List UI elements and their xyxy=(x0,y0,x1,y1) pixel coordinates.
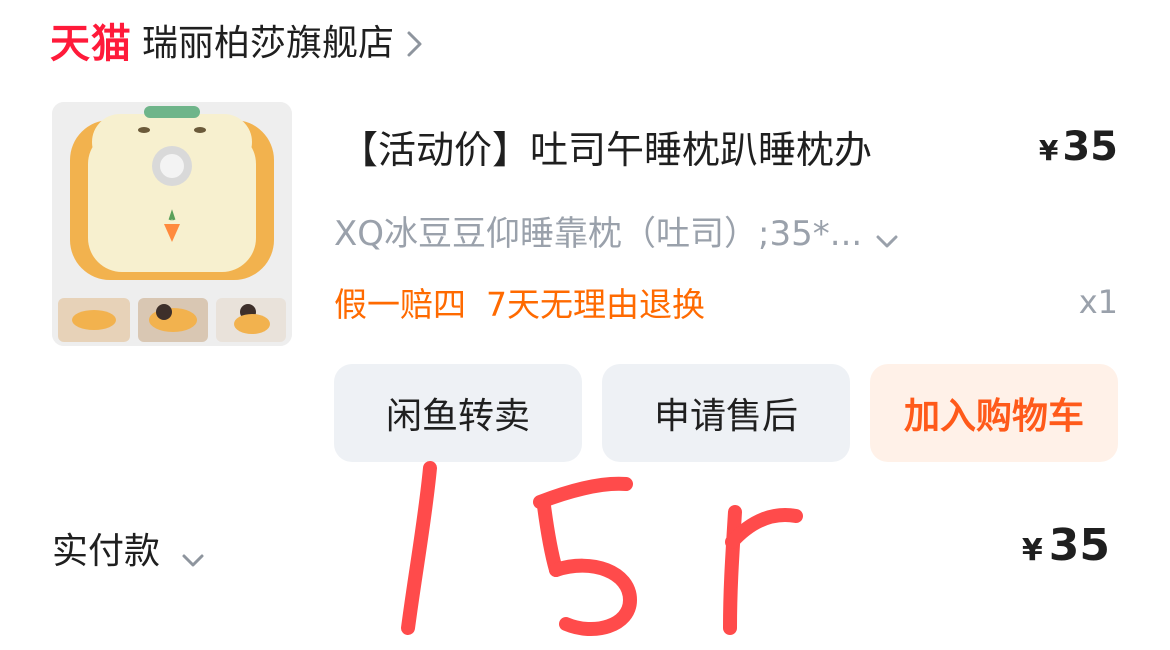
chevron-down-icon[interactable] xyxy=(178,538,208,567)
tmall-logo: 天猫 xyxy=(50,21,132,67)
price-symbol: ¥ xyxy=(1038,134,1059,167)
badge-fake-compensation: 假一赔四 xyxy=(334,285,466,324)
chevron-down-icon[interactable] xyxy=(872,220,902,248)
paid-price-value: 35 xyxy=(1048,520,1110,571)
xianyu-resell-button[interactable]: 闲鱼转卖 xyxy=(334,364,582,462)
price-value: 35 xyxy=(1062,124,1118,170)
paid-price-symbol: ¥ xyxy=(1021,533,1043,568)
sku-spec-text: XQ冰豆豆仰睡靠枕（吐司）;35*... xyxy=(334,213,863,254)
product-title[interactable]: 【活动价】吐司午睡枕趴睡枕办 xyxy=(340,124,980,176)
quantity: x1 xyxy=(1078,283,1118,321)
product-image[interactable] xyxy=(52,102,292,346)
handwritten-annotation xyxy=(380,450,840,646)
paid-amount-toggle[interactable]: 实付款 xyxy=(52,520,208,576)
chevron-right-icon[interactable] xyxy=(402,27,428,61)
sku-spec-selector[interactable]: XQ冰豆豆仰睡靠枕（吐司）;35*... xyxy=(334,204,902,256)
paid-amount: ¥ 35 xyxy=(1022,520,1110,576)
store-header[interactable]: 天猫 瑞丽柏莎旗舰店 xyxy=(50,16,428,72)
add-to-cart-button[interactable]: 加入购物车 xyxy=(870,364,1118,462)
apply-after-sales-button[interactable]: 申请售后 xyxy=(602,364,850,462)
badge-7-day-return: 7天无理由退换 xyxy=(486,285,705,324)
paid-amount-label: 实付款 xyxy=(52,531,161,572)
service-badges: 假一赔四 7天无理由退换 xyxy=(334,276,705,328)
store-name[interactable]: 瑞丽柏莎旗舰店 xyxy=(142,26,394,62)
unit-price: ¥ 35 xyxy=(1039,124,1118,176)
